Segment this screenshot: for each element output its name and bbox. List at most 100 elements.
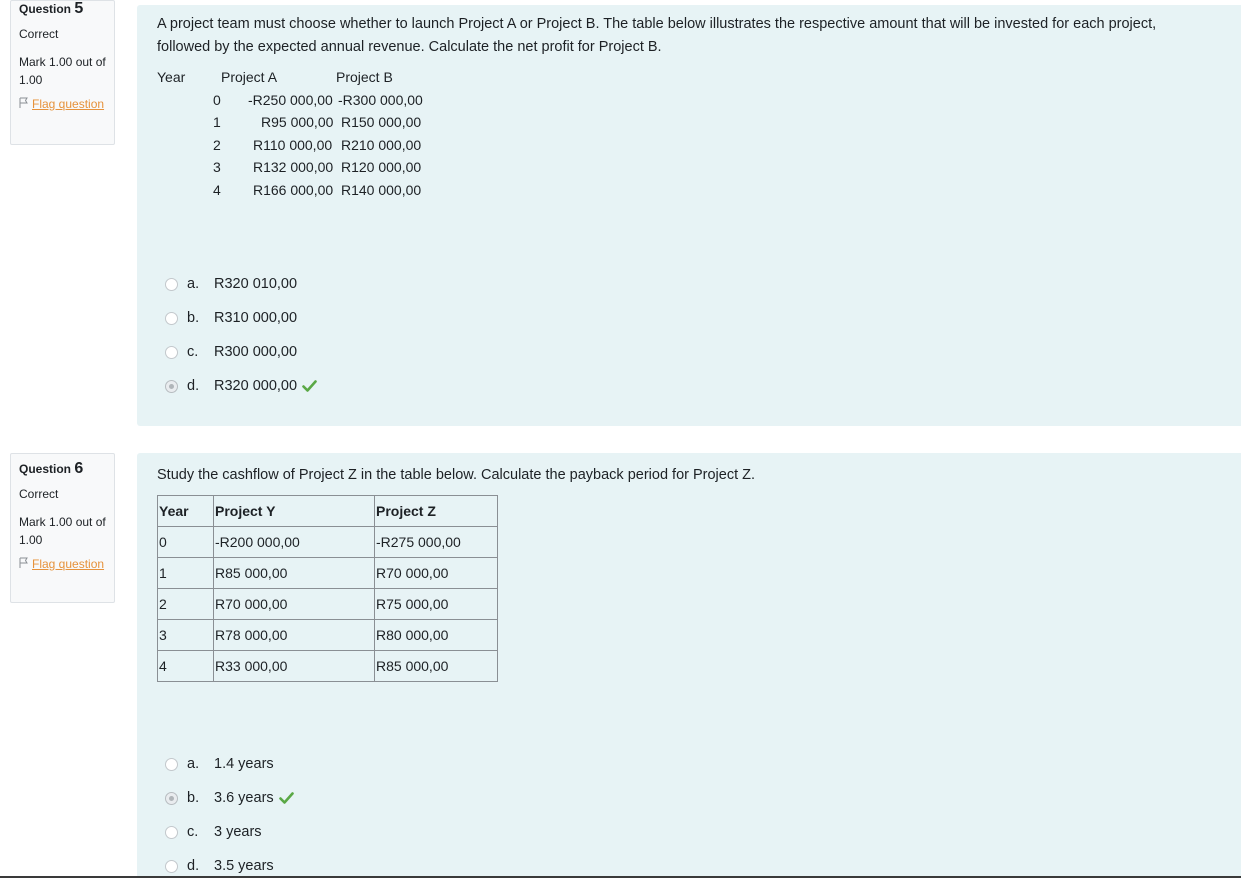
- table-header-cell: Project Y: [213, 495, 375, 527]
- answer-option-b[interactable]: b. R310 000,00: [165, 301, 317, 335]
- cashflow-table: Year Project A Project B 0 -R250 000,00 …: [157, 66, 457, 201]
- answer-list: a. 1.4 years b. 3.6 years c. 3 years d. …: [165, 747, 294, 878]
- answer-letter: d.: [187, 858, 200, 874]
- radio-button[interactable]: [165, 277, 178, 291]
- radio-button-selected[interactable]: [165, 791, 178, 805]
- answer-option-d[interactable]: d. R320 000,00: [165, 369, 317, 403]
- table-cell: -R200 000,00: [213, 526, 375, 558]
- table-row: 3 R78 000,00 R80 000,00: [157, 619, 498, 651]
- answer-option-a[interactable]: a. 1.4 years: [165, 747, 294, 781]
- table-header-cell: Year: [157, 69, 186, 85]
- table-cell: R120 000,00: [341, 159, 422, 175]
- table-row: 1 R95 000,00 R150 000,00: [157, 111, 457, 134]
- table-header-row: Year Project Y Project Z: [157, 495, 498, 527]
- table-row: 3 R132 000,00 R120 000,00: [157, 156, 457, 179]
- cashflow-table: Year Project Y Project Z 0 -R200 000,00 …: [157, 495, 498, 682]
- table-row: 2 R70 000,00 R75 000,00: [157, 588, 498, 620]
- radio-button[interactable]: [165, 757, 178, 771]
- flag-icon: [19, 97, 28, 108]
- radio-button[interactable]: [165, 825, 178, 839]
- answer-text: R300 000,00: [214, 344, 298, 360]
- table-cell: 3: [157, 619, 214, 651]
- question-grade: Mark 1.00 out of 1.00: [19, 55, 106, 87]
- flag-question-label[interactable]: Flag question: [32, 557, 104, 571]
- answer-option-c[interactable]: c. R300 000,00: [165, 335, 317, 369]
- flag-icon: [19, 557, 28, 568]
- table-cell: 3: [213, 159, 221, 175]
- answer-option-b[interactable]: b. 3.6 years: [165, 781, 294, 815]
- table-cell: 4: [157, 650, 214, 682]
- radio-button[interactable]: [165, 311, 178, 325]
- answer-letter: a.: [187, 276, 200, 292]
- check-icon: [302, 380, 317, 392]
- table-header-row: Year Project A Project B: [157, 66, 457, 89]
- table-cell: 2: [157, 588, 214, 620]
- answer-text: R320 010,00: [214, 276, 298, 292]
- question-text: Study the cashflow of Project Z in the t…: [157, 467, 756, 483]
- question-label: Question: [19, 462, 72, 476]
- table-cell: 0: [213, 91, 221, 108]
- table-row: 0 -R200 000,00 -R275 000,00: [157, 526, 498, 558]
- question-number: Question 5: [19, 1, 106, 17]
- question-content-5: A project team must choose whether to la…: [137, 5, 1241, 426]
- answer-text: R310 000,00: [214, 310, 298, 326]
- flag-question-label[interactable]: Flag question: [32, 97, 104, 111]
- table-header-cell: Year: [157, 495, 214, 527]
- table-cell: R70 000,00: [213, 588, 375, 620]
- answer-option-c[interactable]: c. 3 years: [165, 815, 294, 849]
- answer-letter: c.: [187, 344, 199, 360]
- table-row: 1 R85 000,00 R70 000,00: [157, 557, 498, 589]
- table-row: 0 -R250 000,00 -R300 000,00: [157, 89, 457, 112]
- question-grade: Mark 1.00 out of 1.00: [19, 515, 106, 547]
- question-number-value: 6: [74, 460, 84, 477]
- check-icon: [278, 792, 294, 804]
- table-row: 4 R33 000,00 R85 000,00: [157, 650, 498, 682]
- table-cell: R210 000,00: [341, 136, 422, 153]
- table-header-cell: Project A: [221, 69, 278, 85]
- table-row: 4 R166 000,00 R140 000,00: [157, 179, 457, 202]
- answer-text: 3 years: [214, 824, 262, 840]
- answer-letter: b.: [187, 310, 200, 326]
- table-cell: -R275 000,00: [374, 526, 498, 558]
- table-cell: R75 000,00: [374, 588, 498, 620]
- answer-text: 3.5 years: [214, 858, 274, 874]
- answer-text: 3.6 years: [214, 790, 274, 806]
- table-row: 2 R110 000,00 R210 000,00: [157, 134, 457, 157]
- table-cell: 2: [213, 136, 221, 153]
- question-content-6: Study the cashflow of Project Z in the t…: [137, 453, 1241, 878]
- radio-button[interactable]: [165, 859, 178, 873]
- table-cell: R85 000,00: [374, 650, 498, 682]
- table-cell: R33 000,00: [213, 650, 375, 682]
- table-cell: -R300 000,00: [338, 91, 423, 108]
- question-label: Question: [19, 2, 72, 16]
- answer-text: 1.4 years: [214, 756, 274, 772]
- table-header-cell: Project B: [336, 69, 393, 85]
- question-text: A project team must choose whether to la…: [157, 16, 1157, 55]
- table-cell: 0: [157, 526, 214, 558]
- question-state: Correct: [19, 487, 59, 501]
- table-cell: -R250 000,00: [248, 91, 333, 108]
- table-cell: R85 000,00: [213, 557, 375, 589]
- table-cell: R110 000,00: [253, 136, 333, 153]
- question-state: Correct: [19, 27, 59, 41]
- answer-option-a[interactable]: a. R320 010,00: [165, 267, 317, 301]
- answer-option-d[interactable]: d. 3.5 years: [165, 849, 294, 878]
- question-info-6: Question 6 Correct Mark 1.00 out of 1.00…: [10, 453, 115, 603]
- table-cell: 1: [213, 114, 221, 130]
- table-cell: R80 000,00: [374, 619, 498, 651]
- question-info-5: Question 5 Correct Mark 1.00 out of 1.00…: [10, 0, 115, 145]
- flag-question-link[interactable]: Flag question: [19, 95, 106, 113]
- radio-button[interactable]: [165, 345, 178, 359]
- table-cell: R95 000,00: [261, 114, 334, 130]
- radio-button-selected[interactable]: [165, 379, 178, 393]
- table-cell: R140 000,00: [341, 181, 422, 198]
- table-cell: R150 000,00: [341, 114, 422, 130]
- flag-question-link[interactable]: Flag question: [19, 555, 106, 573]
- answer-letter: c.: [187, 824, 199, 840]
- table-cell: 1: [157, 557, 214, 589]
- question-number: Question 6: [19, 461, 106, 477]
- answer-list: a. R320 010,00 b. R310 000,00 c. R300 00…: [165, 267, 317, 403]
- table-cell: R132 000,00: [253, 159, 334, 175]
- table-cell: R78 000,00: [213, 619, 375, 651]
- answer-text: R320 000,00: [214, 378, 298, 394]
